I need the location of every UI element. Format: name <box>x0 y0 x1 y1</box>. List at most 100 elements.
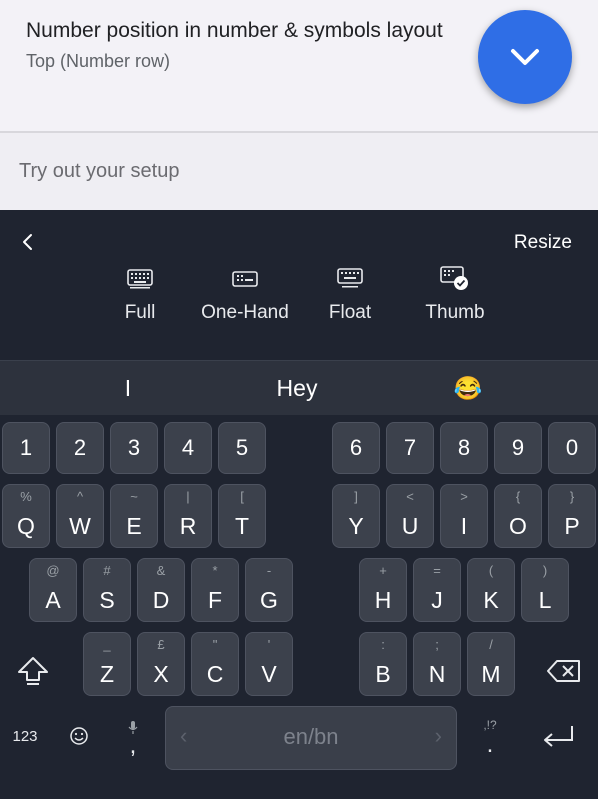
key-hint: [ <box>240 489 244 504</box>
key-i[interactable]: > I <box>440 484 488 548</box>
key-label: S <box>99 587 115 613</box>
enter-key[interactable] <box>536 718 580 754</box>
key-c[interactable]: " C <box>191 632 239 696</box>
backspace-key[interactable] <box>540 645 588 697</box>
mode-thumb[interactable]: Thumb <box>400 266 510 324</box>
key-l[interactable]: ) L <box>521 558 569 622</box>
key-hint: + <box>379 563 387 578</box>
key-e[interactable]: ~ E <box>110 484 158 548</box>
key-6[interactable]: 6 <box>332 422 380 474</box>
key-hint: ) <box>542 563 548 578</box>
key-n[interactable]: ; N <box>413 632 461 696</box>
chevron-down-icon <box>511 49 539 65</box>
key-x[interactable]: £ X <box>137 632 185 696</box>
key-g[interactable]: -G <box>245 558 293 622</box>
symbols-key[interactable]: 123 <box>4 718 46 754</box>
key-q[interactable]: % Q <box>2 484 50 548</box>
key-label: A <box>45 587 61 613</box>
key-label: 0 <box>565 435 579 460</box>
setting-title[interactable]: Number position in number & symbols layo… <box>26 19 443 43</box>
key-hint: ] <box>354 489 358 504</box>
key-z[interactable]: _ Z <box>83 632 131 696</box>
key-u[interactable]: < U <box>386 484 434 548</box>
key-hint: - <box>266 563 272 578</box>
key-hint: } <box>569 489 575 504</box>
shift-key[interactable] <box>10 645 56 697</box>
key-label: D <box>152 587 170 613</box>
suggestion-1[interactable]: I <box>78 361 178 415</box>
keyboard-full-icon <box>127 269 153 289</box>
back-button[interactable] <box>14 228 42 256</box>
key-5[interactable]: 5 <box>218 422 266 474</box>
key-hint: " <box>212 637 218 652</box>
expand-button[interactable] <box>478 10 572 104</box>
try-setup-input[interactable]: Try out your setup <box>0 133 598 210</box>
key-y[interactable]: ] Y <box>332 484 380 548</box>
key-7[interactable]: 7 <box>386 422 434 474</box>
key-label: 3 <box>127 435 141 460</box>
key-1[interactable]: 1 <box>2 422 50 474</box>
keyboard-thumb-icon <box>440 266 468 290</box>
key-hint: > <box>460 489 468 504</box>
mode-float[interactable]: Float <box>295 266 405 324</box>
suggestion-emoji[interactable]: 😂 <box>418 361 518 415</box>
period-key[interactable]: ,!? . <box>474 710 506 766</box>
key-label: O <box>509 513 527 539</box>
key-8[interactable]: 8 <box>440 422 488 474</box>
key-m[interactable]: / M <box>467 632 515 696</box>
mode-label: One-Hand <box>201 302 289 323</box>
key-p[interactable]: } P <box>548 484 596 548</box>
key-hint: & <box>156 563 166 578</box>
key-w[interactable]: ^ W <box>56 484 104 548</box>
chevron-left-icon <box>23 234 32 250</box>
key-b[interactable]: :B <box>359 632 407 696</box>
comma-key[interactable]: , <box>118 710 148 766</box>
key-v[interactable]: ' V <box>245 632 293 696</box>
key-hint: / <box>489 637 493 652</box>
try-setup-placeholder: Try out your setup <box>19 160 180 182</box>
key-label: 4 <box>181 435 195 460</box>
emoji-key[interactable] <box>62 718 96 754</box>
key-label: 9 <box>511 435 525 460</box>
spacebar-label: en/bn <box>283 724 339 749</box>
key-s[interactable]: # S <box>83 558 131 622</box>
key-4[interactable]: 4 <box>164 422 212 474</box>
key-label: E <box>126 513 142 539</box>
key-3[interactable]: 3 <box>110 422 158 474</box>
key-label: 7 <box>403 435 417 460</box>
key-f[interactable]: * F <box>191 558 239 622</box>
key-a[interactable]: @ A <box>29 558 77 622</box>
settings-panel: Number position in number & symbols layo… <box>0 0 598 210</box>
key-d[interactable]: & D <box>137 558 185 622</box>
key-0[interactable]: 0 <box>548 422 596 474</box>
key-label: J <box>431 587 443 613</box>
suggestion-2[interactable]: Hey <box>247 361 347 415</box>
key-o[interactable]: {O <box>494 484 542 548</box>
key-label: G <box>260 587 278 613</box>
key-label: K <box>483 587 499 613</box>
key-hint: # <box>103 563 111 578</box>
key-j[interactable]: = J <box>413 558 461 622</box>
enter-icon <box>544 726 573 747</box>
mode-one-hand[interactable]: One-Hand <box>190 266 300 324</box>
key-label: V <box>261 661 277 687</box>
key-r[interactable]: | R <box>164 484 212 548</box>
key-label: 1 <box>19 435 33 460</box>
key-2[interactable]: 2 <box>56 422 104 474</box>
spacebar[interactable]: ‹ en/bn › <box>165 706 457 770</box>
key-label: 5 <box>235 435 249 460</box>
key-h[interactable]: + H <box>359 558 407 622</box>
key-label: T <box>234 513 250 539</box>
keyboard-one-hand-icon <box>232 271 258 287</box>
key-9[interactable]: 9 <box>494 422 542 474</box>
resize-button[interactable]: Resize <box>514 232 572 254</box>
key-t[interactable]: [T <box>218 484 266 548</box>
key-k[interactable]: (K <box>467 558 515 622</box>
mode-full[interactable]: Full <box>85 266 195 324</box>
key-hint: _ <box>103 637 111 652</box>
emoji-icon <box>70 727 88 745</box>
key-hint: < <box>406 489 414 504</box>
keyboard-float-icon <box>337 268 363 288</box>
mode-label: Full <box>124 302 156 323</box>
key-label: 8 <box>457 435 471 460</box>
